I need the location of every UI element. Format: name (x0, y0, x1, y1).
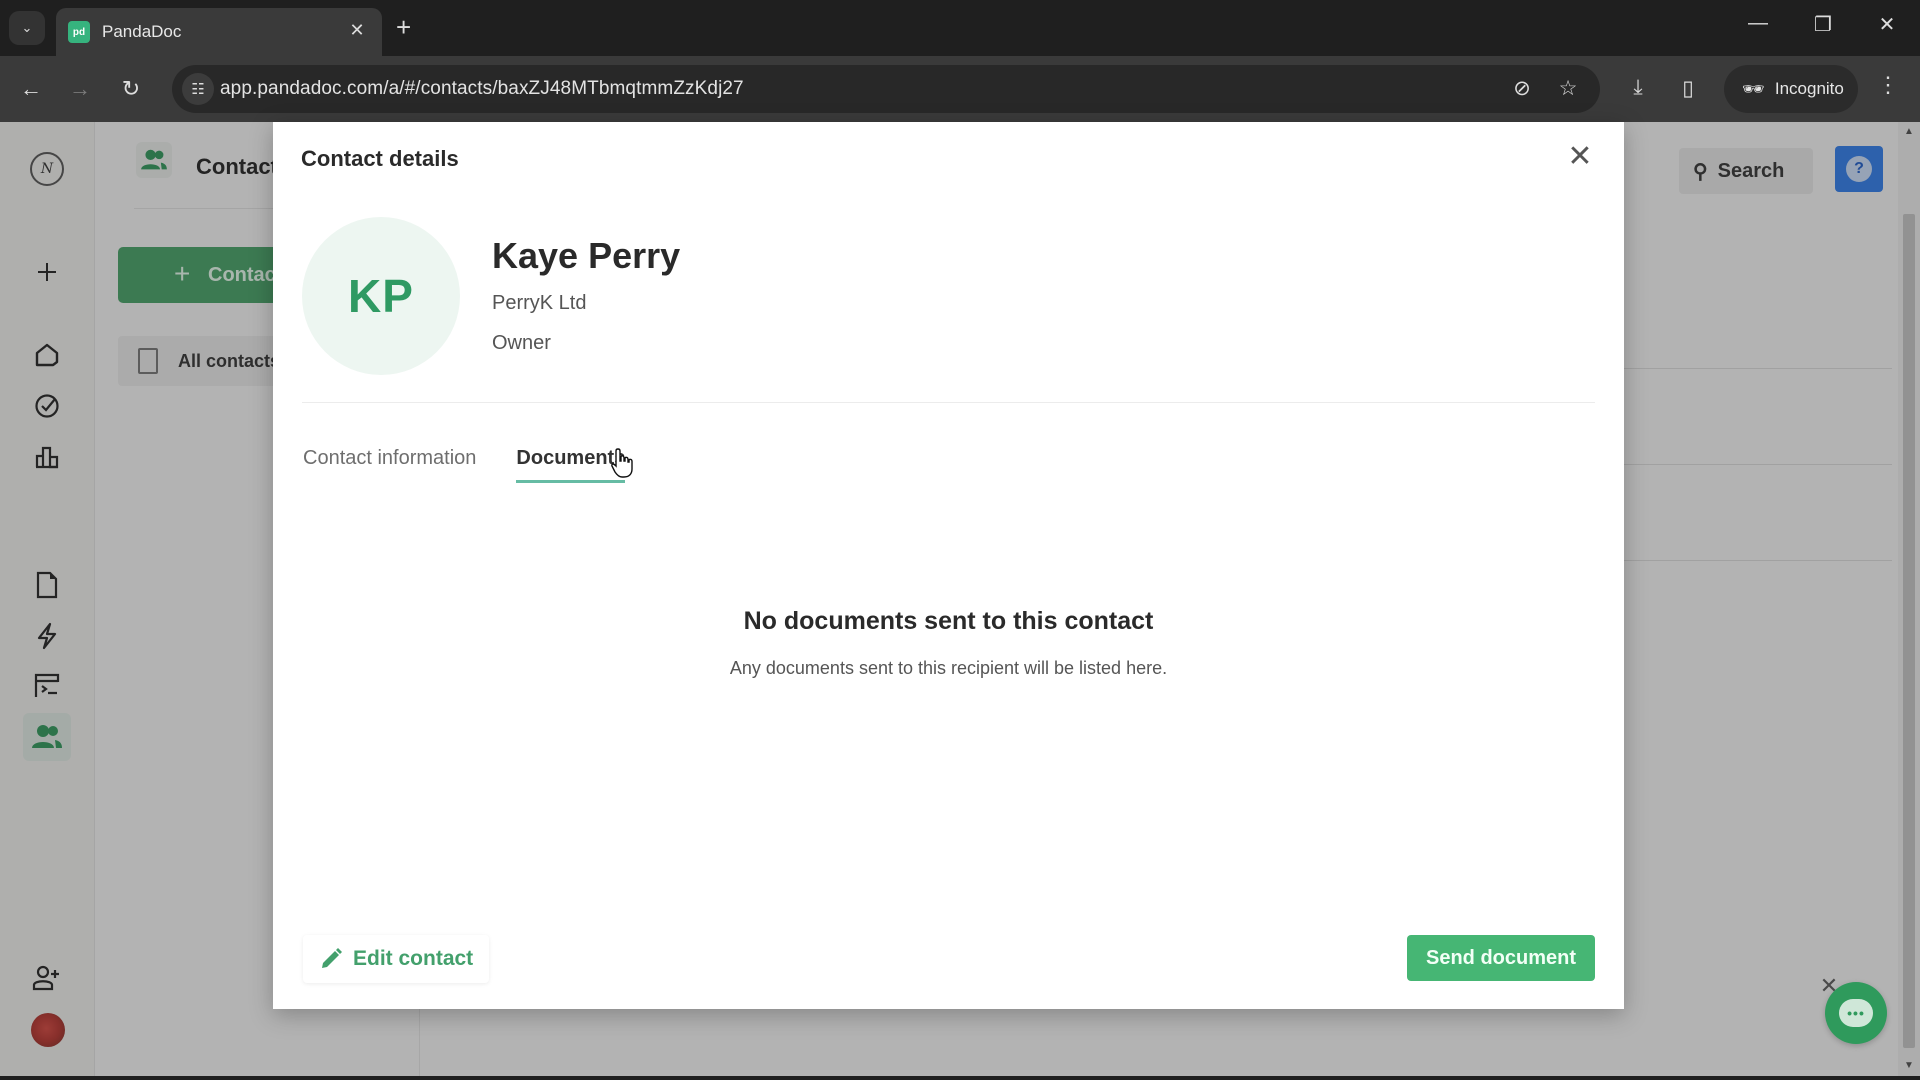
close-window-icon[interactable]: ✕ (1867, 12, 1907, 37)
modal-close-button[interactable]: ✕ (1563, 140, 1597, 174)
tab-list-button[interactable]: ⌄ (9, 11, 45, 45)
site-info-icon[interactable]: ☷ (182, 73, 214, 105)
incognito-icon: 🕶 (1742, 78, 1765, 99)
url-text[interactable]: app.pandadoc.com/a/#/contacts/baxZJ48MTb… (220, 78, 744, 100)
forward-button[interactable]: → (65, 76, 95, 102)
address-bar[interactable]: ☷ app.pandadoc.com/a/#/contacts/baxZJ48M… (172, 65, 1600, 113)
browser-tab-bar: ⌄ pd PandaDoc ✕ + — ❐ ✕ (0, 0, 1920, 56)
pencil-icon (322, 948, 342, 968)
empty-state-title: No documents sent to this contact (743, 607, 1154, 635)
send-document-button[interactable]: Send document (1407, 935, 1595, 981)
bookmark-star-icon[interactable]: ☆ (1554, 76, 1582, 101)
minimize-icon[interactable]: — (1738, 12, 1778, 35)
reload-button[interactable]: ↻ (116, 76, 146, 102)
hand-cursor-icon (611, 448, 633, 478)
tab-title: PandaDoc (102, 22, 182, 41)
edit-contact-label: Edit contact (353, 947, 474, 970)
contact-name: Kaye Perry (492, 235, 681, 276)
contact-company: PerryK Ltd (492, 292, 587, 314)
download-icon[interactable]: ⤓ (1623, 76, 1653, 100)
eye-off-icon[interactable]: ⊘ (1508, 76, 1536, 101)
pandadoc-favicon-icon: pd (68, 21, 90, 43)
edit-contact-button[interactable]: Edit contact (303, 935, 489, 983)
window-bottom-edge (0, 1076, 1920, 1080)
browser-menu-icon[interactable]: ⋮ (1876, 72, 1900, 98)
tab-contact-information[interactable]: Contact information (303, 447, 476, 483)
header-divider (302, 402, 1595, 403)
incognito-badge[interactable]: 🕶 Incognito (1724, 65, 1858, 113)
chat-launcher-button[interactable]: ••• (1825, 982, 1887, 1044)
chevron-down-icon: ⌄ (21, 20, 33, 35)
contact-avatar: KP (302, 217, 460, 375)
chat-bubble-icon: ••• (1839, 999, 1873, 1027)
back-button[interactable]: ← (16, 76, 46, 102)
contact-details-modal: Contact details ✕ KP Kaye Perry PerryK L… (273, 122, 1624, 1009)
tab-documents[interactable]: Documents (516, 447, 626, 483)
restore-icon[interactable]: ❐ (1803, 12, 1843, 37)
contact-role: Owner (492, 332, 551, 354)
incognito-label: Incognito (1774, 79, 1844, 98)
side-panel-icon[interactable]: ▯ (1673, 76, 1703, 101)
empty-state-subtitle: Any documents sent to this recipient wil… (729, 658, 1168, 678)
modal-title: Contact details (301, 146, 459, 171)
browser-toolbar: ← → ↻ ☷ app.pandadoc.com/a/#/contacts/ba… (0, 56, 1920, 122)
browser-tab-active[interactable]: pd PandaDoc ✕ (56, 8, 382, 56)
tab-close-icon[interactable]: ✕ (346, 20, 368, 41)
new-tab-button[interactable]: + (396, 12, 411, 43)
